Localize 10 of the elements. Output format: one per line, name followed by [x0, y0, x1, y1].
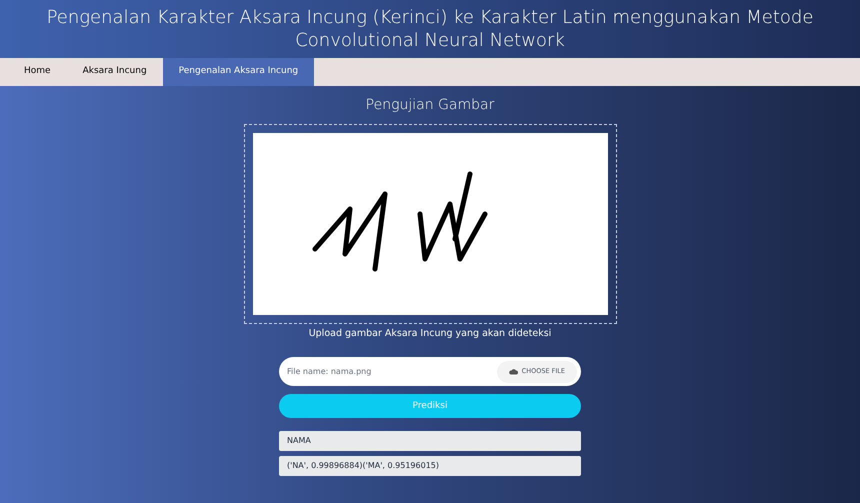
nav-tab[interactable]: Aksara Incung [66, 58, 163, 86]
upload-caption: Upload gambar Aksara Incung yang akan dideteksi [308, 327, 552, 341]
page-title: Pengenalan Karakter Aksara Incung (Kerinci) ke Karakter Latin menggunakan Metode Convolutional Neural Network [46, 6, 814, 52]
cloud-upload-icon [508, 368, 518, 376]
nav-tab[interactable]: Pengenalan Aksara Incung [162, 58, 314, 86]
nav-tab[interactable]: Home [8, 58, 67, 86]
section-heading: Pengujian Gambar [366, 96, 494, 115]
file-name: File name: nama.png [287, 366, 372, 378]
output-field: ('NA', 0.99896884)('MA', 0.95196015) [279, 456, 581, 476]
output-field: NAMA [279, 431, 581, 452]
